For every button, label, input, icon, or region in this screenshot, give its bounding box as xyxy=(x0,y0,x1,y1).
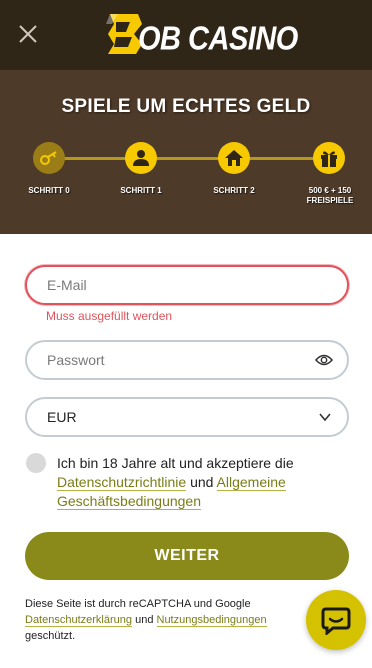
email-error-message: Muss ausgefüllt werden xyxy=(46,309,173,323)
password-placeholder: Passwort xyxy=(47,352,105,368)
recaptcha-and: und xyxy=(135,614,154,626)
step-0-label: SCHRITT 0 xyxy=(28,186,70,195)
currency-value: EUR xyxy=(47,409,77,425)
user-icon xyxy=(133,150,149,166)
google-terms-link[interactable]: Nutzungsbedingungen xyxy=(156,614,267,627)
chat-bubble-icon xyxy=(321,607,351,635)
recaptcha-outro: geschützt. xyxy=(25,630,76,642)
terms-text: Ich bin 18 Jahre alt und akzeptiere die … xyxy=(57,454,337,511)
continue-button[interactable]: WEITER xyxy=(25,532,349,580)
step-2-marker xyxy=(218,142,250,174)
step-1-label: SCHRITT 1 xyxy=(120,186,162,195)
google-privacy-link[interactable]: Datenschutzerklärung xyxy=(25,614,133,627)
home-icon xyxy=(225,150,243,166)
step-0-marker xyxy=(33,142,65,174)
step-3-label: 500 € + 150 FREISPIELE xyxy=(306,186,354,205)
registration-progress: SPIELE UM ECHTES GELD SCHRITT 0 SCHRITT … xyxy=(0,70,372,234)
email-placeholder: E-Mail xyxy=(47,277,87,293)
recaptcha-notice: Diese Seite ist durch reCAPTCHA und Goog… xyxy=(25,596,315,644)
progress-line xyxy=(49,157,329,160)
hero-title: SPIELE UM ECHTES GELD xyxy=(61,96,311,117)
privacy-policy-link[interactable]: Datenschutzrichtlinie xyxy=(57,474,187,491)
key-icon xyxy=(40,151,57,165)
currency-select[interactable]: EUR xyxy=(25,397,349,437)
chevron-down-icon xyxy=(319,413,331,422)
terms-and: und xyxy=(190,474,214,490)
show-password-icon[interactable] xyxy=(315,353,333,367)
terms-intro: Ich bin 18 Jahre alt und akzeptiere die xyxy=(57,455,294,471)
logo-wordmark: OB CASINO xyxy=(138,20,298,58)
live-chat-button[interactable] xyxy=(306,590,366,650)
step-3-marker xyxy=(313,142,345,174)
close-icon xyxy=(19,25,37,43)
recaptcha-intro: Diese Seite ist durch reCAPTCHA und Goog… xyxy=(25,598,251,610)
brand-logo: OB CASINO xyxy=(104,10,298,58)
step-1-marker xyxy=(125,142,157,174)
password-field[interactable]: Passwort xyxy=(25,340,349,380)
step-2-label: SCHRITT 2 xyxy=(213,186,255,195)
gift-icon xyxy=(321,151,337,167)
age-terms-checkbox[interactable] xyxy=(26,453,46,473)
close-button[interactable] xyxy=(14,20,42,48)
top-bar: OB CASINO xyxy=(0,0,372,70)
email-field[interactable]: E-Mail xyxy=(25,265,349,305)
